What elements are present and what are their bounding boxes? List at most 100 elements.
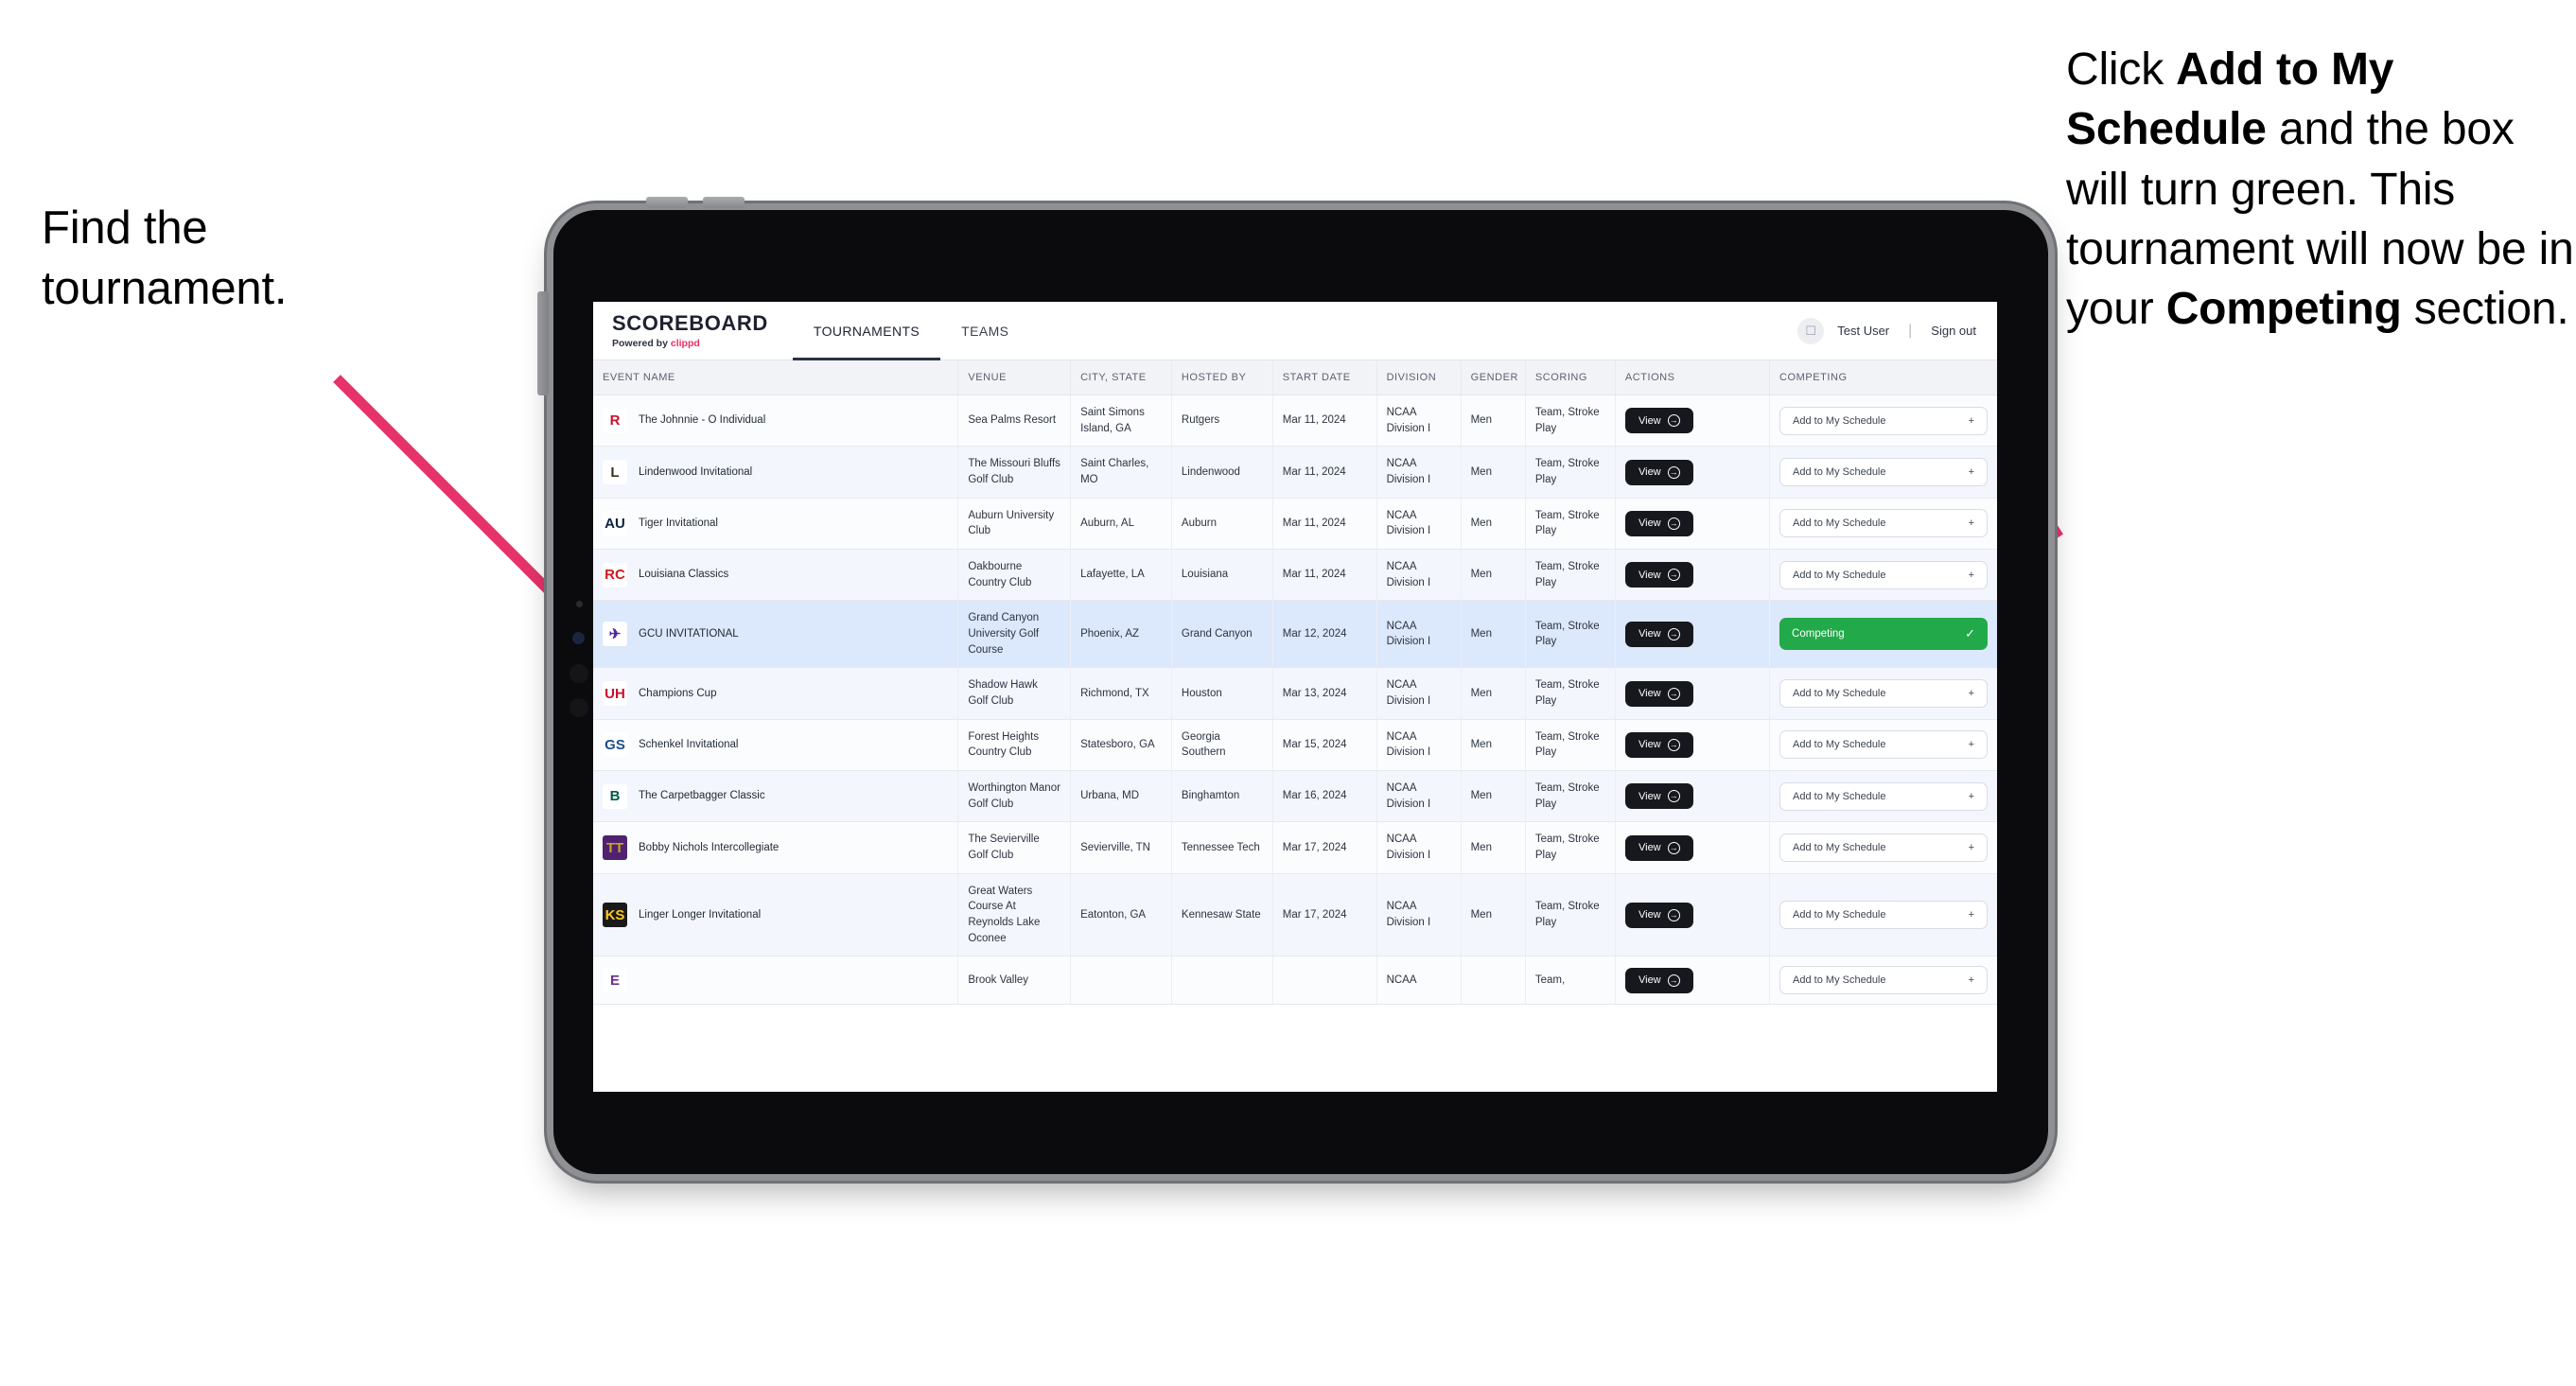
cell-competing: Add to My Schedule + [1769, 956, 1997, 1006]
team-logo-icon: TT [603, 835, 627, 861]
plus-icon: + [1968, 569, 1974, 581]
cell-scoring: Team, Stroke Play [1525, 446, 1616, 499]
cell-scoring: Team, Stroke Play [1525, 821, 1616, 874]
cell-event-name: B The Carpetbagger Classic [593, 770, 959, 823]
add-to-my-schedule-label: Add to My Schedule [1793, 466, 1886, 479]
view-button[interactable]: View → [1624, 680, 1693, 707]
competing-button[interactable]: Competing ✓ [1779, 618, 1988, 651]
view-button-label: View [1638, 518, 1661, 530]
cell-event-name: GS Schenkel Invitational [593, 719, 959, 772]
speaker-dot [570, 664, 588, 683]
cell-venue: Great Waters Course At Reynolds Lake Oco… [957, 873, 1072, 957]
table-row[interactable]: GS Schenkel Invitational Forest Heights Co… [593, 719, 1997, 772]
cell-scoring: Team, Stroke Play [1525, 600, 1616, 669]
cell-gender: Men [1461, 446, 1526, 499]
view-button[interactable]: View → [1624, 783, 1693, 810]
plus-icon: + [1968, 842, 1974, 854]
cell-division: NCAA Division I [1376, 821, 1462, 874]
cell-start-date [1272, 956, 1377, 1006]
cell-venue: Sea Palms Resort [957, 395, 1072, 447]
add-to-my-schedule-button[interactable]: Add to My Schedule + [1779, 966, 1988, 995]
table-row[interactable]: L Lindenwood Invitational The Missouri Blu… [593, 446, 1997, 499]
view-button-label: View [1638, 569, 1661, 581]
cell-scoring: Team, [1525, 956, 1616, 1006]
add-to-my-schedule-button[interactable]: Add to My Schedule + [1779, 833, 1988, 863]
cell-event-name: L Lindenwood Invitational [593, 446, 959, 499]
cell-venue: Shadow Hawk Golf Club [957, 667, 1072, 720]
view-button[interactable]: View → [1624, 834, 1693, 861]
table-row[interactable]: ✈ GCU INVITATIONAL Grand Canyon University… [593, 600, 1997, 669]
tab-teams[interactable]: TEAMS [940, 302, 1029, 360]
add-to-my-schedule-button[interactable]: Add to My Schedule + [1779, 730, 1988, 760]
view-button[interactable]: View → [1624, 902, 1693, 928]
table-row[interactable]: B The Carpetbagger Classic Worthington Man… [593, 770, 1997, 823]
add-to-my-schedule-button[interactable]: Add to My Schedule + [1779, 406, 1988, 435]
cell-actions: View → [1615, 821, 1771, 874]
add-to-my-schedule-label: Add to My Schedule [1793, 518, 1886, 530]
tournaments-table: EVENT NAME VENUE CITY, STATE HOSTED BY START… [593, 360, 1997, 1006]
cell-event-name: R The Johnnie - O Individual [593, 395, 959, 447]
view-button[interactable]: View → [1624, 408, 1693, 434]
table-row[interactable]: AU Tiger Invitational Auburn University Cl… [593, 498, 1997, 551]
column-header-competing: COMPETING [1769, 360, 1997, 395]
view-button[interactable]: View → [1624, 562, 1693, 588]
column-header-actions: ACTIONS [1615, 360, 1771, 395]
cell-city-state: Statesboro, GA [1070, 719, 1172, 772]
table-row[interactable]: UH Champions Cup Shadow Hawk Golf Club Rich… [593, 667, 1997, 720]
table-row[interactable]: KS Linger Longer Invitational Great Waters… [593, 873, 1997, 957]
cell-start-date: Mar 16, 2024 [1272, 770, 1377, 823]
table-row[interactable]: E Brook Valley NCAA Team, View → Add to My Sch… [593, 956, 1997, 1006]
table-row[interactable]: R The Johnnie - O Individual Sea Palms Res… [593, 395, 1997, 447]
cell-start-date: Mar 17, 2024 [1272, 821, 1377, 874]
view-button-label: View [1638, 909, 1661, 921]
volume-down-button[interactable] [703, 197, 745, 208]
cell-city-state: Saint Simons Island, GA [1070, 395, 1172, 447]
volume-up-button[interactable] [646, 197, 688, 208]
event-name-label: Schenkel Invitational [639, 739, 739, 751]
event-name-label: The Carpetbagger Classic [639, 790, 765, 802]
arrow-right-circle-icon: → [1667, 738, 1680, 751]
plus-icon: + [1968, 909, 1974, 921]
cell-city-state: Lafayette, LA [1070, 549, 1172, 602]
annotation-right-text: Click Add to My Schedule and the box wil… [2066, 44, 2574, 335]
add-to-my-schedule-button[interactable]: Add to My Schedule + [1779, 679, 1988, 709]
power-button[interactable] [537, 291, 549, 395]
view-button[interactable]: View → [1624, 621, 1693, 647]
tab-tournaments[interactable]: TOURNAMENTS [792, 302, 941, 360]
cell-hosted-by: Tennessee Tech [1171, 821, 1273, 874]
arrow-right-circle-icon: → [1667, 687, 1680, 700]
view-button[interactable]: View → [1624, 731, 1693, 758]
check-icon: ✓ [1965, 626, 1975, 641]
cell-division: NCAA Division I [1376, 446, 1462, 499]
screenshot-canvas: Find the tournament. Click Add to My Sch… [0, 0, 2576, 1386]
add-to-my-schedule-button[interactable]: Add to My Schedule + [1779, 458, 1988, 487]
cell-event-name: E [593, 956, 959, 1006]
plus-icon: + [1968, 688, 1974, 700]
team-logo-icon: L [603, 460, 627, 485]
sign-out-link[interactable]: Sign out [1931, 324, 1976, 338]
view-button[interactable]: View → [1624, 510, 1693, 536]
cell-gender: Men [1461, 498, 1526, 551]
table-row[interactable]: RC Louisiana Classics Oakbourne Country Cl… [593, 549, 1997, 602]
cell-scoring: Team, Stroke Play [1525, 498, 1616, 551]
view-button[interactable]: View → [1624, 967, 1693, 993]
cell-city-state: Eatonton, GA [1070, 873, 1172, 957]
team-logo-icon: ✈ [603, 622, 627, 647]
team-logo-icon: RC [603, 562, 627, 588]
tablet-screen: SCOREBOARD Powered by clippd TOURNAMENTS… [593, 302, 1997, 1092]
add-to-my-schedule-button[interactable]: Add to My Schedule + [1779, 560, 1988, 589]
view-button[interactable]: View → [1624, 459, 1693, 485]
add-to-my-schedule-button[interactable]: Add to My Schedule + [1779, 509, 1988, 538]
cell-venue: Auburn University Club [957, 498, 1072, 551]
add-to-my-schedule-button[interactable]: Add to My Schedule + [1779, 781, 1988, 811]
plus-icon: + [1968, 466, 1974, 479]
cell-hosted-by [1171, 956, 1273, 1006]
cell-start-date: Mar 11, 2024 [1272, 498, 1377, 551]
user-avatar-icon[interactable]: ☐ [1797, 317, 1825, 344]
cell-actions: View → [1615, 873, 1771, 957]
view-button-label: View [1638, 688, 1661, 700]
table-row[interactable]: TT Bobby Nichols Intercollegiate The Sevie… [593, 821, 1997, 874]
plus-icon: + [1968, 790, 1974, 802]
add-to-my-schedule-button[interactable]: Add to My Schedule + [1779, 901, 1988, 930]
cell-competing: Add to My Schedule + [1769, 821, 1997, 874]
